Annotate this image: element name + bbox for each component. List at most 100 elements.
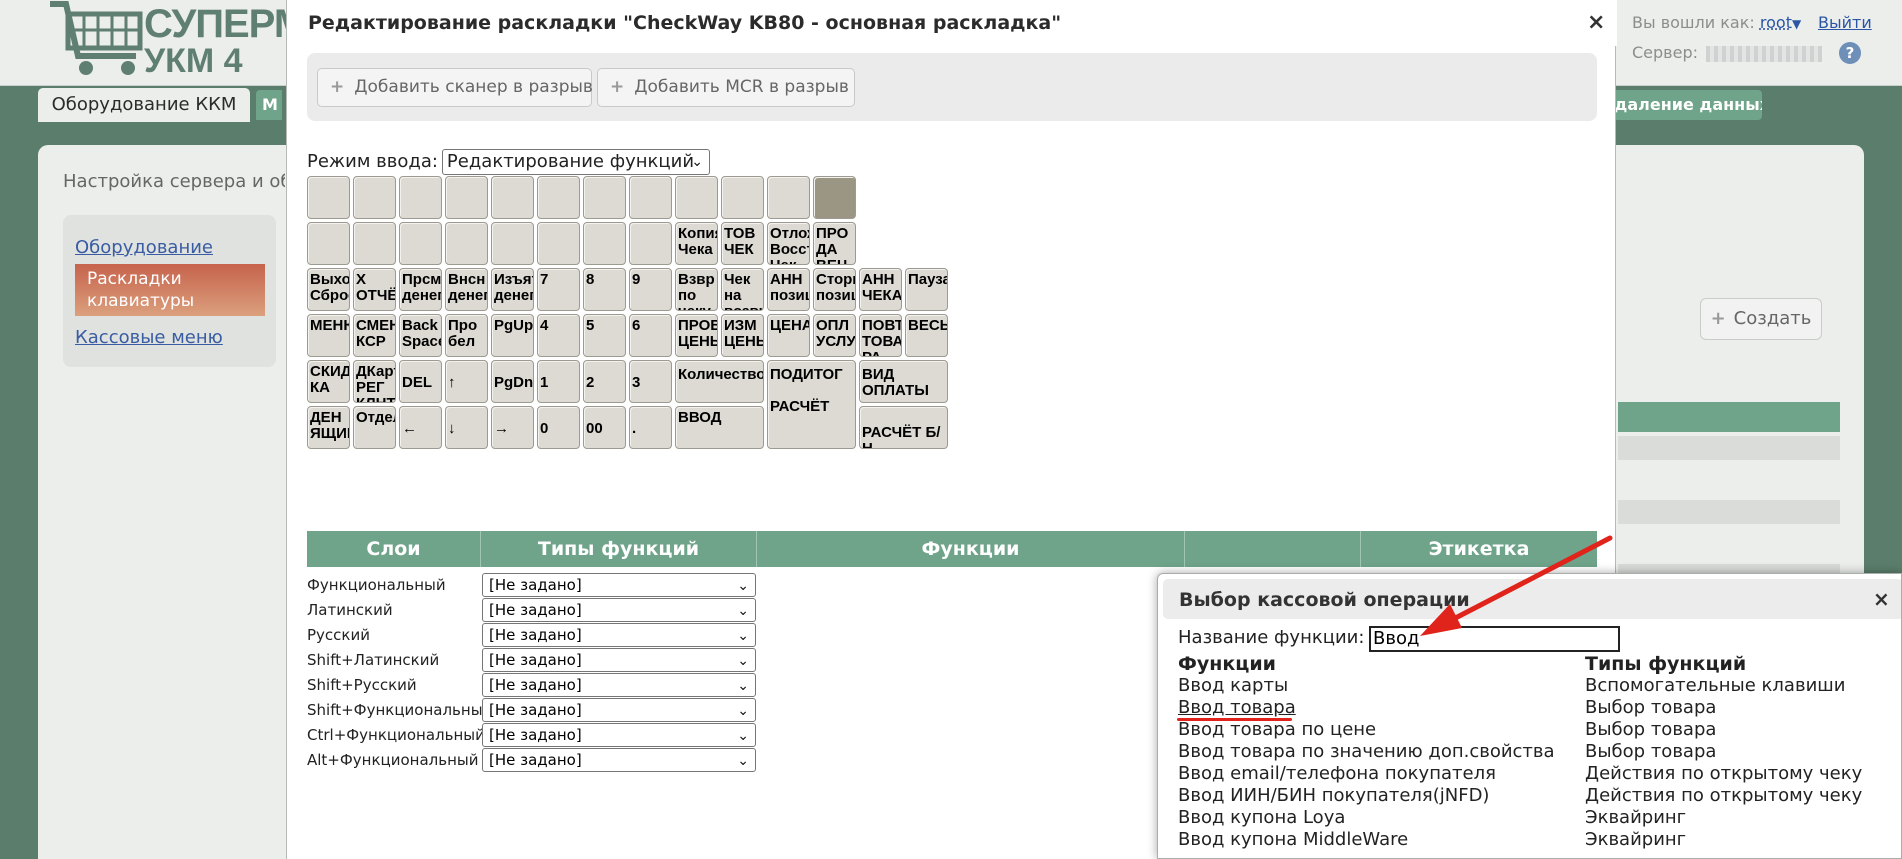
keyboard-key[interactable]	[675, 176, 718, 219]
keyboard-key[interactable]: ОПЛ УСЛУГ	[813, 314, 856, 357]
keyboard-key[interactable]: DEL	[399, 360, 442, 403]
keyboard-key[interactable]	[445, 222, 488, 265]
keyboard-key[interactable]: ↑	[445, 360, 488, 403]
layer-function-type-select[interactable]: [Не задано] ⌄	[482, 623, 756, 647]
keyboard-key[interactable]: 6	[629, 314, 672, 357]
keyboard-key[interactable]: ←	[399, 406, 442, 449]
list-item[interactable]: Ввод товара Выбор товара	[1178, 697, 1898, 719]
keyboard-key[interactable]	[721, 176, 764, 219]
keyboard-key[interactable]: 7	[537, 268, 580, 311]
sidebar-item-cash-menus[interactable]: Кассовые меню	[75, 327, 223, 349]
keyboard-key[interactable]: АНН позиц	[767, 268, 810, 311]
keyboard-key[interactable]	[399, 176, 442, 219]
chevron-down-icon[interactable]: ▼	[1792, 17, 1801, 31]
keyboard-key[interactable]: PgUp	[491, 314, 534, 357]
layer-function-type-select[interactable]: [Не задано] ⌄	[482, 573, 756, 597]
list-item[interactable]: Ввод карты Вспомогательные клавиши	[1178, 675, 1898, 697]
keyboard-key[interactable]: Сторн позиц	[813, 268, 856, 311]
sidebar-item-equipment[interactable]: Оборудование	[75, 237, 213, 259]
list-item[interactable]: Ввод товара по цене Выбор товара	[1178, 719, 1898, 741]
keyboard-key[interactable]: ПРО ДА ВЕЦ	[813, 222, 856, 265]
keyboard-key[interactable]: →	[491, 406, 534, 449]
operation-function-name[interactable]: Ввод купона Loya	[1178, 807, 1345, 829]
help-icon[interactable]: ?	[1839, 42, 1861, 64]
keyboard-key[interactable]: СМЕН КСР	[353, 314, 396, 357]
keyboard-key[interactable]	[491, 176, 534, 219]
keyboard-key[interactable]: Выход Сброс	[307, 268, 350, 311]
layer-function-type-select[interactable]: [Не задано] ⌄	[482, 748, 756, 772]
keyboard-key[interactable]	[353, 176, 396, 219]
operation-function-name[interactable]: Ввод email/телефона покупателя	[1178, 763, 1496, 785]
tab-kkm-equipment[interactable]: Оборудование ККМ	[38, 88, 250, 122]
keyboard-key[interactable]: РАСЧЁТ Б/Н	[859, 406, 948, 449]
keyboard-key[interactable]: ПОВТ ТОВА- РА	[859, 314, 902, 357]
keyboard-key[interactable]: ИЗМ ЦЕНЫ	[721, 314, 764, 357]
operation-function-name[interactable]: Ввод товара по цене	[1178, 719, 1376, 741]
sidebar-item-keyboard-layouts[interactable]: Раскладки клавиатуры	[75, 264, 265, 316]
add-mcr-button[interactable]: + Добавить MCR в разрыв	[597, 68, 855, 107]
username-link[interactable]: root	[1760, 13, 1792, 32]
keyboard-key[interactable]: Чек на возвр	[721, 268, 764, 311]
keyboard-key[interactable]	[537, 222, 580, 265]
keyboard-key[interactable]	[491, 222, 534, 265]
keyboard-key[interactable]: ПОДИТОГ РАСЧЁТ	[767, 360, 856, 449]
keyboard-key[interactable]	[583, 176, 626, 219]
keyboard-key[interactable]: 4	[537, 314, 580, 357]
layer-function-type-select[interactable]: [Не задано] ⌄	[482, 648, 756, 672]
keyboard-key[interactable]: Копия Чека	[675, 222, 718, 265]
operation-function-name[interactable]: Ввод товара по значению доп.свойства	[1178, 741, 1555, 763]
list-item[interactable]: Ввод купона MiddleWare Эквайринг	[1178, 829, 1898, 851]
keyboard-key[interactable]	[629, 176, 672, 219]
function-name-input[interactable]: Ввод	[1369, 626, 1620, 652]
close-icon[interactable]: ×	[1873, 587, 1890, 611]
keyboard-key[interactable]	[399, 222, 442, 265]
keyboard-key[interactable]: Отлож Восст Чек	[767, 222, 810, 265]
keyboard-key[interactable]: 3	[629, 360, 672, 403]
keyboard-key[interactable]: ВВОД	[675, 406, 764, 449]
keyboard-key[interactable]: Внсн денег	[445, 268, 488, 311]
keyboard-key[interactable]: МЕНЮ	[307, 314, 350, 357]
list-item[interactable]: Ввод email/телефона покупателя Действия п…	[1178, 763, 1898, 785]
tab-data-removal[interactable]: удаление данных	[1604, 90, 1762, 120]
close-icon[interactable]: ×	[1587, 10, 1605, 36]
keyboard-key[interactable]: Прсм денег	[399, 268, 442, 311]
list-item[interactable]: Ввод купона Loya Эквайринг	[1178, 807, 1898, 829]
operation-function-name[interactable]: Ввод товара	[1178, 697, 1296, 719]
keyboard-key[interactable]: Про бел	[445, 314, 488, 357]
keyboard-key[interactable]: ВИД ОПЛАТЫ	[859, 360, 948, 403]
input-mode-select[interactable]: Редактирование функций ⌄	[441, 149, 710, 175]
operation-function-name[interactable]: Ввод купона MiddleWare	[1178, 829, 1408, 851]
layer-function-type-select[interactable]: [Не задано] ⌄	[482, 698, 756, 722]
keyboard-key[interactable]: Пауза	[905, 268, 948, 311]
keyboard-key[interactable]: Взвр по чеку	[675, 268, 718, 311]
keyboard-key[interactable]	[307, 222, 350, 265]
keyboard-key[interactable]: 8	[583, 268, 626, 311]
keyboard-key[interactable]: ТОВ ЧЕК	[721, 222, 764, 265]
keyboard-key[interactable]: ДКарт РЕГ КЛНТ	[353, 360, 396, 403]
keyboard-key[interactable]	[583, 222, 626, 265]
keyboard-key[interactable]	[307, 176, 350, 219]
keyboard-key[interactable]: Количество	[675, 360, 764, 403]
keyboard-key[interactable]: Отдел	[353, 406, 396, 449]
keyboard-key[interactable]: .	[629, 406, 672, 449]
tab-partial[interactable]: М	[256, 90, 282, 120]
keyboard-key[interactable]: PgDn	[491, 360, 534, 403]
keyboard-key[interactable]	[629, 222, 672, 265]
keyboard-key[interactable]	[353, 222, 396, 265]
keyboard-key[interactable]: 00	[583, 406, 626, 449]
operation-function-name[interactable]: Ввод ИИН/БИН покупателя(jNFD)	[1178, 785, 1489, 807]
keyboard-key[interactable]: 0	[537, 406, 580, 449]
keyboard-key[interactable]: 1	[537, 360, 580, 403]
keyboard-key[interactable]: ВЕСЫ	[905, 314, 948, 357]
keyboard-key[interactable]: ↓	[445, 406, 488, 449]
keyboard-key[interactable]: 2	[583, 360, 626, 403]
create-button[interactable]: + Создать	[1700, 298, 1822, 340]
add-scanner-button[interactable]: + Добавить сканер в разрыв	[317, 68, 593, 107]
keyboard-key[interactable]: СКИД КА	[307, 360, 350, 403]
list-item[interactable]: Ввод ИИН/БИН покупателя(jNFD) Действия по…	[1178, 785, 1898, 807]
keyboard-key[interactable]: Х ОТЧЁТ	[353, 268, 396, 311]
keyboard-key[interactable]: ПРОВ ЦЕНЫ	[675, 314, 718, 357]
keyboard-key[interactable]: АНН ЧЕКА	[859, 268, 902, 311]
keyboard-key[interactable]	[813, 176, 856, 219]
keyboard-key[interactable]: Back Space	[399, 314, 442, 357]
